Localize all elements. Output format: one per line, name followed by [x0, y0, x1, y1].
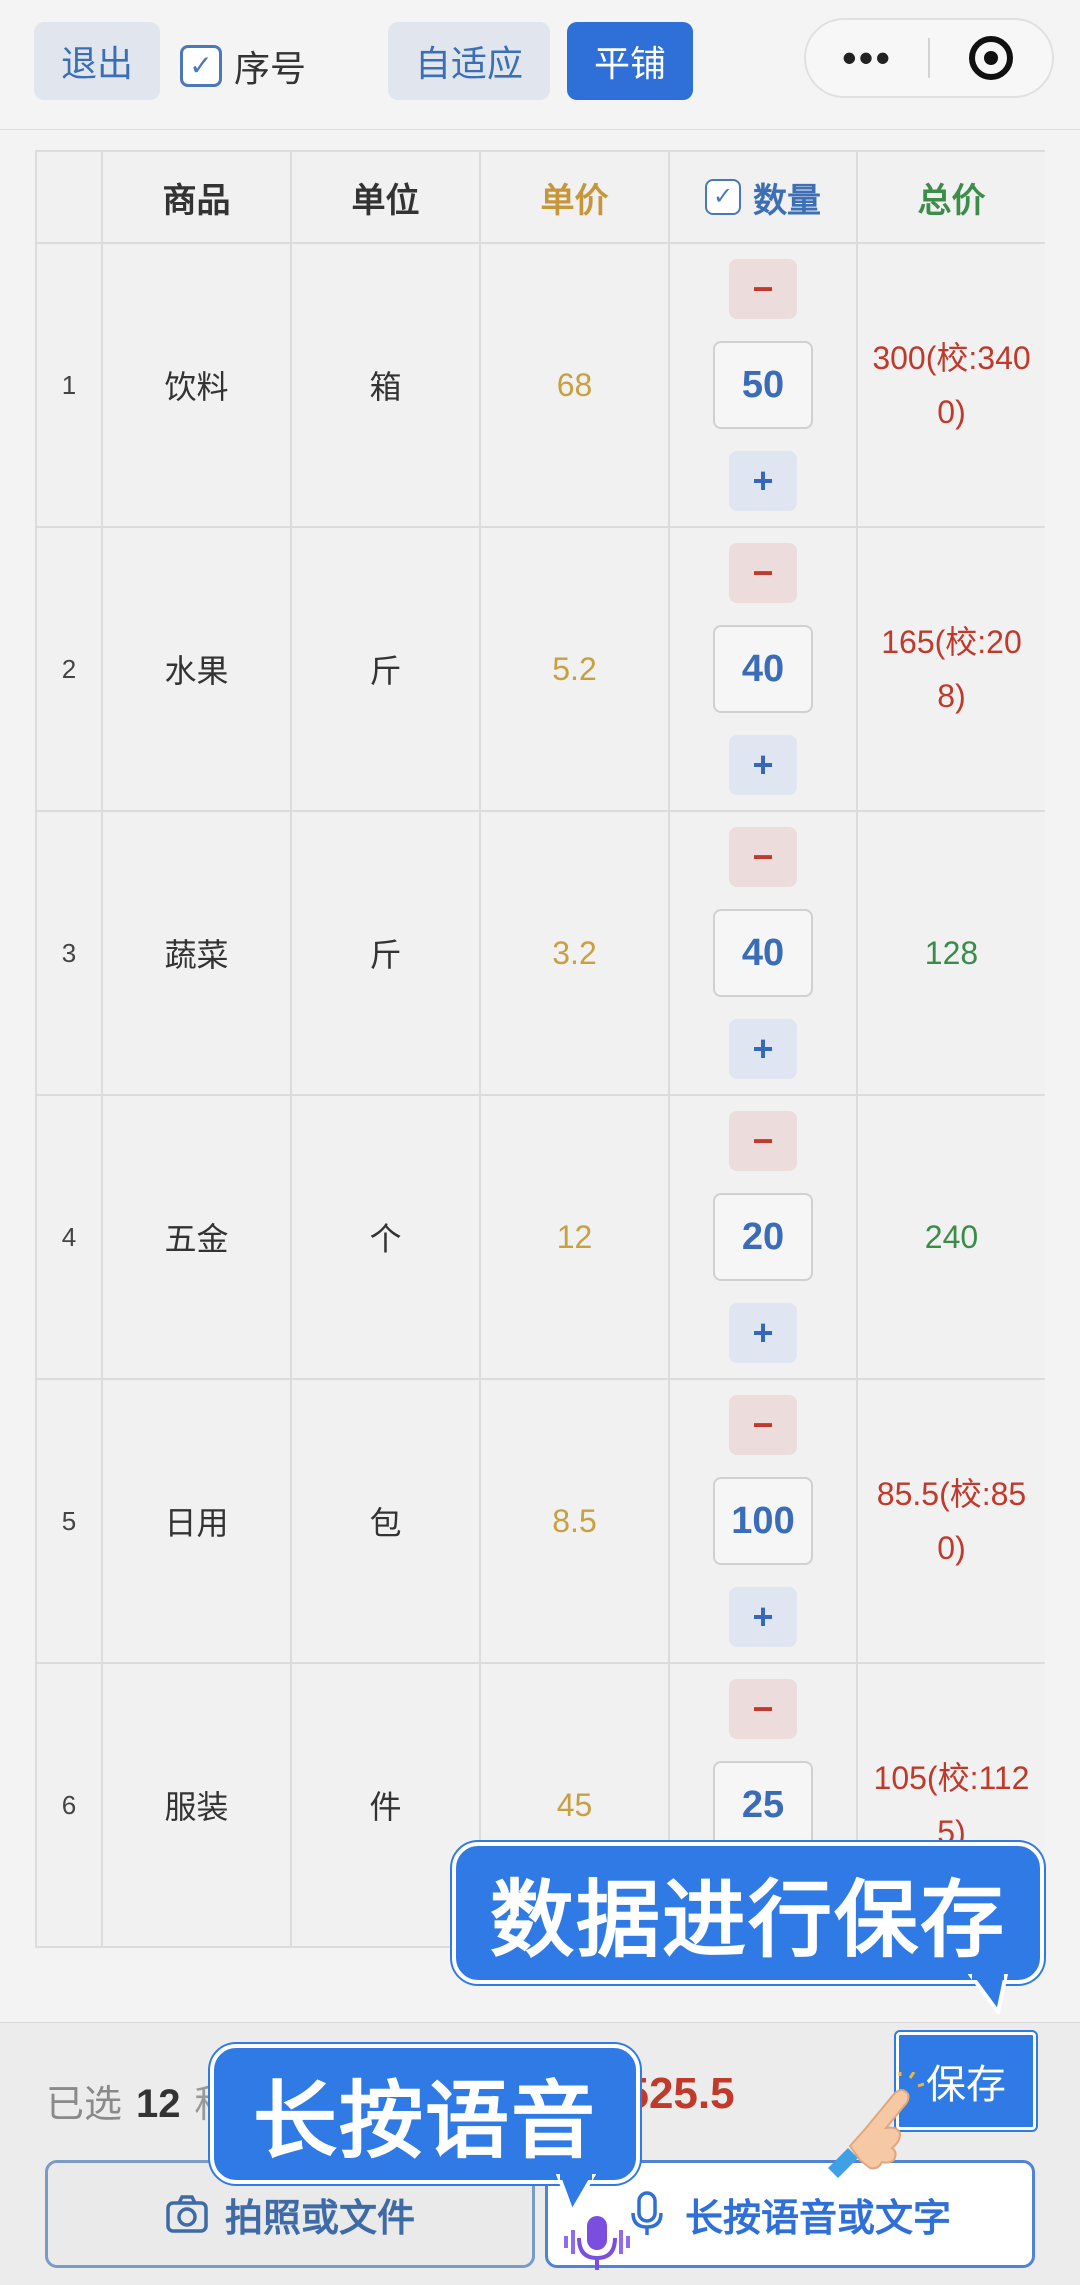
voice-tip-tail	[556, 2174, 596, 2214]
row-qty-cell: − 100 +	[668, 1378, 858, 1664]
quantity-input[interactable]: 50	[713, 341, 813, 429]
pointing-hand-icon	[828, 2072, 924, 2178]
header-total: 总价	[856, 150, 1045, 244]
row-total: 240	[856, 1094, 1045, 1380]
header-index	[35, 150, 103, 244]
header-name: 商品	[101, 150, 292, 244]
plus-button[interactable]: +	[729, 735, 797, 795]
voice-wave-mic-icon	[564, 2216, 630, 2270]
row-name: 日用	[101, 1378, 292, 1664]
row-price: 3.2	[479, 810, 670, 1096]
goods-table-container[interactable]: 商品 单位 单价 ✓ 数量 总价 1 饮料箱 68−50 +300(校:3400) 2 水…	[35, 150, 1045, 2020]
quantity-input[interactable]: 40	[713, 909, 813, 997]
plus-button[interactable]: +	[729, 451, 797, 511]
miniprogram-capsule: •••	[804, 18, 1054, 98]
table-row: 3 蔬菜斤 3.2− 40 +128	[35, 810, 1045, 1096]
row-index: 3	[35, 810, 103, 1096]
voice-tip-bubble: 长按语音	[210, 2044, 640, 2184]
row-name: 饮料	[101, 242, 292, 528]
row-unit: 个	[290, 1094, 481, 1380]
row-index: 2	[35, 526, 103, 812]
row-index: 5	[35, 1378, 103, 1664]
row-price: 5.2	[479, 526, 670, 812]
serial-label: 序号	[234, 48, 307, 89]
photo-label: 拍照或文件	[224, 2197, 415, 2240]
row-qty-cell: − 40 +	[668, 810, 858, 1096]
goods-table: 商品 单位 单价 ✓ 数量 总价 1 饮料箱 68−50 +300(校:3400) 2 水…	[35, 150, 1045, 1948]
row-unit: 斤	[290, 810, 481, 1096]
quantity-input[interactable]: 40	[713, 625, 813, 713]
minus-button[interactable]: −	[729, 1111, 797, 1171]
row-total: 128	[856, 810, 1045, 1096]
quantity-input[interactable]: 100	[713, 1477, 813, 1565]
row-qty-cell: − 20 +	[668, 1094, 858, 1380]
row-price: 68	[479, 242, 670, 528]
row-name: 五金	[101, 1094, 292, 1380]
minus-button[interactable]: −	[729, 1679, 797, 1739]
row-total: 300(校:3400)	[856, 242, 1045, 528]
tile-button[interactable]: 平铺	[567, 22, 693, 100]
header-qty[interactable]: ✓ 数量	[668, 150, 858, 244]
top-toolbar: 退出 ✓ 序号 自适应 平铺 •••	[0, 0, 1080, 130]
minus-button[interactable]: −	[729, 827, 797, 887]
row-price: 8.5	[479, 1378, 670, 1664]
row-unit: 箱	[290, 242, 481, 528]
serial-checkbox[interactable]: ✓ 序号	[180, 40, 306, 92]
quantity-stepper[interactable]: − 20 +	[670, 1111, 856, 1363]
save-tip-bubble: 数据进行保存	[452, 1842, 1044, 1984]
row-index: 4	[35, 1094, 103, 1380]
target-icon	[968, 36, 1013, 80]
minus-button[interactable]: −	[729, 259, 797, 319]
plus-button[interactable]: +	[729, 1019, 797, 1079]
header-qty-label: 数量	[753, 181, 821, 220]
plus-button[interactable]: +	[729, 1303, 797, 1363]
minus-button[interactable]: −	[729, 1395, 797, 1455]
qty-checkbox-icon[interactable]: ✓	[705, 179, 741, 215]
table-header-row: 商品 单位 单价 ✓ 数量 总价	[35, 150, 1045, 244]
plus-button[interactable]: +	[729, 1587, 797, 1647]
checkbox-checked-icon: ✓	[180, 45, 222, 87]
more-dots-icon[interactable]: •••	[806, 37, 928, 79]
row-price: 12	[479, 1094, 670, 1380]
table-row: 5 日用包 8.5− 100 +85.5(校:850)	[35, 1378, 1045, 1664]
quantity-input[interactable]: 25	[713, 1761, 813, 1849]
row-total: 165(校:208)	[856, 526, 1045, 812]
row-index: 1	[35, 242, 103, 528]
exit-button[interactable]: 退出	[34, 22, 160, 100]
table-row: 1 饮料箱 68− 50 +300(校:3400)	[35, 242, 1045, 528]
row-total: 85.5(校:850)	[856, 1378, 1045, 1664]
selected-prefix: 已选	[46, 2084, 123, 2126]
row-qty-cell: − 40 +	[668, 526, 858, 812]
row-name: 服装	[101, 1662, 292, 1948]
voice-label: 长按语音或文字	[684, 2197, 951, 2240]
table-row: 2 水果斤 5.2− 40 +165(校:208)	[35, 526, 1045, 812]
table-row: 4 五金个 12− 20 +240	[35, 1094, 1045, 1380]
save-tip-tail	[968, 1974, 1008, 2014]
quantity-stepper[interactable]: − 100 +	[670, 1395, 856, 1647]
row-name: 蔬菜	[101, 810, 292, 1096]
selected-count: 12	[136, 2082, 181, 2126]
quantity-stepper[interactable]: − 40 +	[670, 827, 856, 1079]
header-price: 单价	[479, 150, 670, 244]
row-unit: 斤	[290, 526, 481, 812]
row-qty-cell: − 50 +	[668, 242, 858, 528]
quantity-input[interactable]: 20	[713, 1193, 813, 1281]
header-unit: 单位	[290, 150, 481, 244]
close-target-button[interactable]	[930, 36, 1052, 80]
minus-button[interactable]: −	[729, 543, 797, 603]
quantity-stepper[interactable]: − 40 +	[670, 543, 856, 795]
row-index: 6	[35, 1662, 103, 1948]
fit-button[interactable]: 自适应	[388, 22, 550, 100]
row-unit: 包	[290, 1378, 481, 1664]
row-name: 水果	[101, 526, 292, 812]
quantity-stepper[interactable]: − 50 +	[670, 259, 856, 511]
selection-summary: 已选 12 种	[46, 2073, 233, 2128]
camera-icon	[166, 2195, 208, 2233]
microphone-icon	[631, 2191, 663, 2235]
